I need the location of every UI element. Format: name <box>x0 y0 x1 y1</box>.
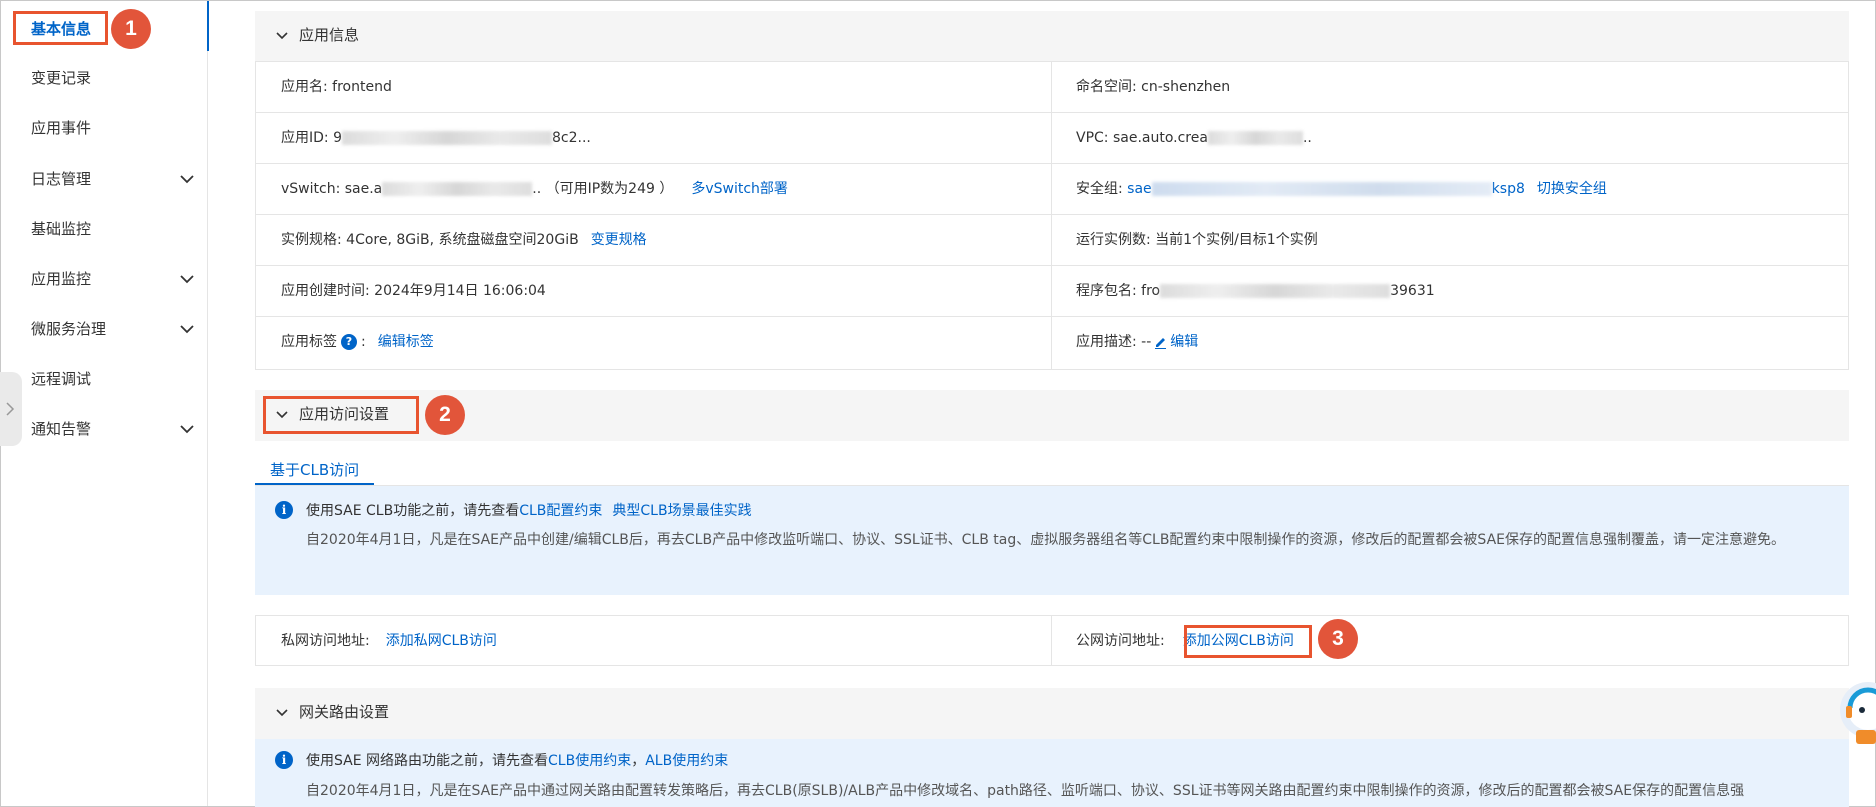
private-access: 私网访问地址: 添加私网CLB访问 <box>281 633 497 649</box>
clb-best-practice-link[interactable]: 典型CLB场景最佳实践 <box>612 503 751 519</box>
app-id: 应用ID: 9 8c2... <box>281 130 591 146</box>
section-title: 应用信息 <box>299 26 360 44</box>
switch-security-group-link[interactable]: 切换安全组 <box>1537 181 1607 197</box>
app-description: 应用描述: -- 编辑 <box>1076 334 1199 350</box>
namespace: 命名空间: cn-shenzhen <box>1076 79 1231 95</box>
chevron-down-icon[interactable] <box>179 271 195 287</box>
add-private-clb-link[interactable]: 添加私网CLB访问 <box>386 633 497 649</box>
chevron-right-icon <box>6 402 15 416</box>
active-indicator <box>207 1 209 51</box>
chevron-down-icon[interactable] <box>179 321 195 337</box>
section-app-info-header[interactable]: 应用信息 <box>255 11 1849 62</box>
section-title: 网关路由设置 <box>299 703 390 721</box>
sidebar-item-app-events[interactable]: 应用事件 <box>31 116 91 140</box>
security-group-link[interactable]: sae ksp8 <box>1127 181 1525 197</box>
sidebar-item-microservice-governance[interactable]: 微服务治理 <box>31 317 106 341</box>
edit-icon <box>1155 337 1167 349</box>
package-name: 程序包名: fro 39631 <box>1076 283 1435 299</box>
chevron-down-icon[interactable] <box>179 421 195 437</box>
alb-usage-link[interactable]: ALB使用约束 <box>645 753 728 769</box>
help-icon[interactable]: ? <box>341 334 357 350</box>
sidebar-item-notifications[interactable]: 通知告警 <box>31 417 91 441</box>
table-row: 实例规格: 4Core, 8GiB, 系统盘磁盘空间20GiB 变更规格 运行实例… <box>256 215 1848 266</box>
chevron-down-icon <box>276 709 288 717</box>
edit-description-link[interactable]: 编辑 <box>1151 334 1198 350</box>
app-name: 应用名: frontend <box>281 79 392 95</box>
clb-notice: i 使用SAE CLB功能之前，请先查看CLB配置约束 典型CLB场景最佳实践 自… <box>255 486 1849 595</box>
gateway-notice: i 使用SAE 网络路由功能之前，请先查看CLB使用约束，ALB使用约束 自20… <box>255 739 1849 807</box>
callout-badge-1: 1 <box>111 9 151 49</box>
instance-spec: 实例规格: 4Core, 8GiB, 系统盘磁盘空间20GiB 变更规格 <box>281 232 647 248</box>
assistant-avatar[interactable] <box>1838 680 1876 750</box>
notice-body: 自2020年4月1日，凡是在SAE产品中创建/编辑CLB后，再去CLB产品中修改… <box>306 532 1785 548</box>
vpc: VPC: sae.auto.crea.. <box>1076 130 1312 146</box>
multi-vswitch-link[interactable]: 多vSwitch部署 <box>691 181 788 197</box>
running-instances: 运行实例数: 当前1个实例/目标1个实例 <box>1076 232 1318 248</box>
tab-clb-access[interactable]: 基于CLB访问 <box>255 455 375 485</box>
sidebar-item-basic-monitoring[interactable]: 基础监控 <box>31 217 91 241</box>
callout-badge-2: 2 <box>425 395 465 435</box>
highlight-box-2 <box>263 396 419 434</box>
security-group: 安全组: sae ksp8 切换安全组 <box>1076 181 1607 197</box>
edit-tags-link[interactable]: 编辑标签 <box>378 334 434 350</box>
section-access-header[interactable]: 应用访问设置 <box>255 390 1849 441</box>
table-row: 应用标签?: 编辑标签 应用描述: -- 编辑 <box>256 317 1848 368</box>
created-time: 应用创建时间: 2024年9月14日 16:06:04 <box>281 283 546 299</box>
table-row: 应用创建时间: 2024年9月14日 16:06:04 程序包名: fro 396… <box>256 266 1848 317</box>
notice-body: 自2020年4月1日，凡是在SAE产品中通过网关路由配置转发策略后，再去CLB(… <box>306 783 1745 799</box>
highlight-box-1 <box>13 11 108 45</box>
table-row: 应用ID: 9 8c2... VPC: sae.auto.crea.. <box>256 113 1848 164</box>
app-info-table: 应用名: frontend 命名空间: cn-shenzhen 应用ID: 98… <box>255 61 1849 370</box>
chevron-down-icon <box>276 32 288 40</box>
change-spec-link[interactable]: 变更规格 <box>591 232 647 248</box>
callout-badge-3: 3 <box>1318 619 1358 659</box>
info-icon: i <box>275 501 293 519</box>
sidebar-item-change-records[interactable]: 变更记录 <box>31 66 91 90</box>
vswitch: vSwitch: sae.a.. （可用IP数为249 ）多vSwitch部署 <box>281 181 788 197</box>
section-gateway-header[interactable]: 网关路由设置 <box>255 688 1849 739</box>
clb-constraints-link[interactable]: CLB配置约束 <box>519 503 602 519</box>
info-icon: i <box>275 751 293 769</box>
sidebar-collapse-handle[interactable] <box>0 372 22 446</box>
sidebar-item-remote-debug[interactable]: 远程调试 <box>31 367 91 391</box>
sidebar-item-app-monitoring[interactable]: 应用监控 <box>31 267 91 291</box>
app-tags: 应用标签?: 编辑标签 <box>281 334 434 350</box>
table-row: 应用名: frontend 命名空间: cn-shenzhen <box>256 62 1848 113</box>
sidebar: 基本信息 变更记录 应用事件 日志管理 基础监控 应用监控 微服务治理 远程调试… <box>1 1 209 806</box>
table-row: vSwitch: sae.a.. （可用IP数为249 ）多vSwitch部署 … <box>256 164 1848 215</box>
access-address-table: 私网访问地址: 添加私网CLB访问 公网访问地址: 添加公网CLB访问 <box>255 615 1849 666</box>
sidebar-item-log-management[interactable]: 日志管理 <box>31 167 91 191</box>
clb-usage-link[interactable]: CLB使用约束 <box>548 753 631 769</box>
highlight-box-3 <box>1184 625 1312 658</box>
chevron-down-icon[interactable] <box>179 171 195 187</box>
